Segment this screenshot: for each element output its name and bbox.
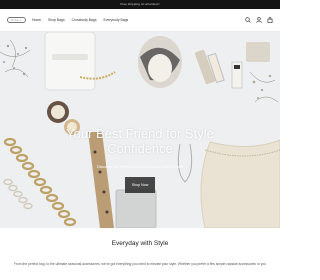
announcement-text: Free shipping on all orders! [120,2,160,6]
cart-icon[interactable] [267,17,273,23]
hero-title-line1: Your Best Friend for Style [66,126,214,141]
hero-subtitle: Discover the Perfect Accessories for Eve… [96,164,184,169]
nav-everybody-bags[interactable]: Everybody Bags [104,17,129,23]
search-icon[interactable] [245,17,251,23]
nav-home[interactable]: Home [32,17,41,23]
user-icon[interactable] [256,17,262,23]
hero-title-line2: Confidence [107,141,173,156]
hero-banner: Your Best Friend for Style Confidence Di… [0,32,280,228]
site-header: DIOLA Home Shop Bags Crossbody Bags Ever… [0,9,280,32]
section-title: Everyday with Style [111,240,169,247]
nav-shop-bags[interactable]: Shop Bags [48,17,65,23]
shop-now-button[interactable]: Shop Now [125,177,155,193]
nav-crossbody-bags[interactable]: Crossbody Bags [72,17,97,23]
announcement-bar: Free shipping on all orders! [0,0,280,9]
main-nav: Home Shop Bags Crossbody Bags Everybody … [32,17,128,23]
header-icons [245,17,273,23]
section-description: From the perfect bag, to the ultimate se… [13,262,267,266]
hero-title: Your Best Friend for Style Confidence [0,126,280,156]
logo[interactable]: DIOLA [7,17,26,23]
